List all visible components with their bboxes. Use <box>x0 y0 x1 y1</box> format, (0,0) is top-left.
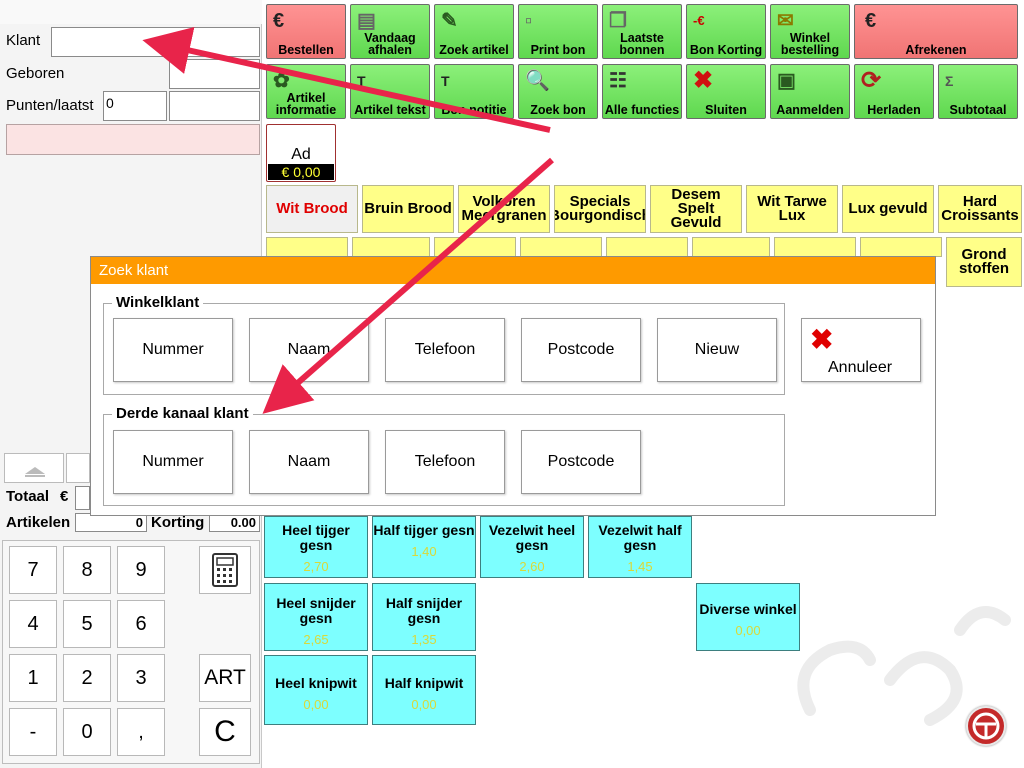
arrow-to-derde-kanaal <box>262 157 554 414</box>
arrow-to-klant-field <box>142 27 551 133</box>
annotation-arrows <box>142 27 554 414</box>
